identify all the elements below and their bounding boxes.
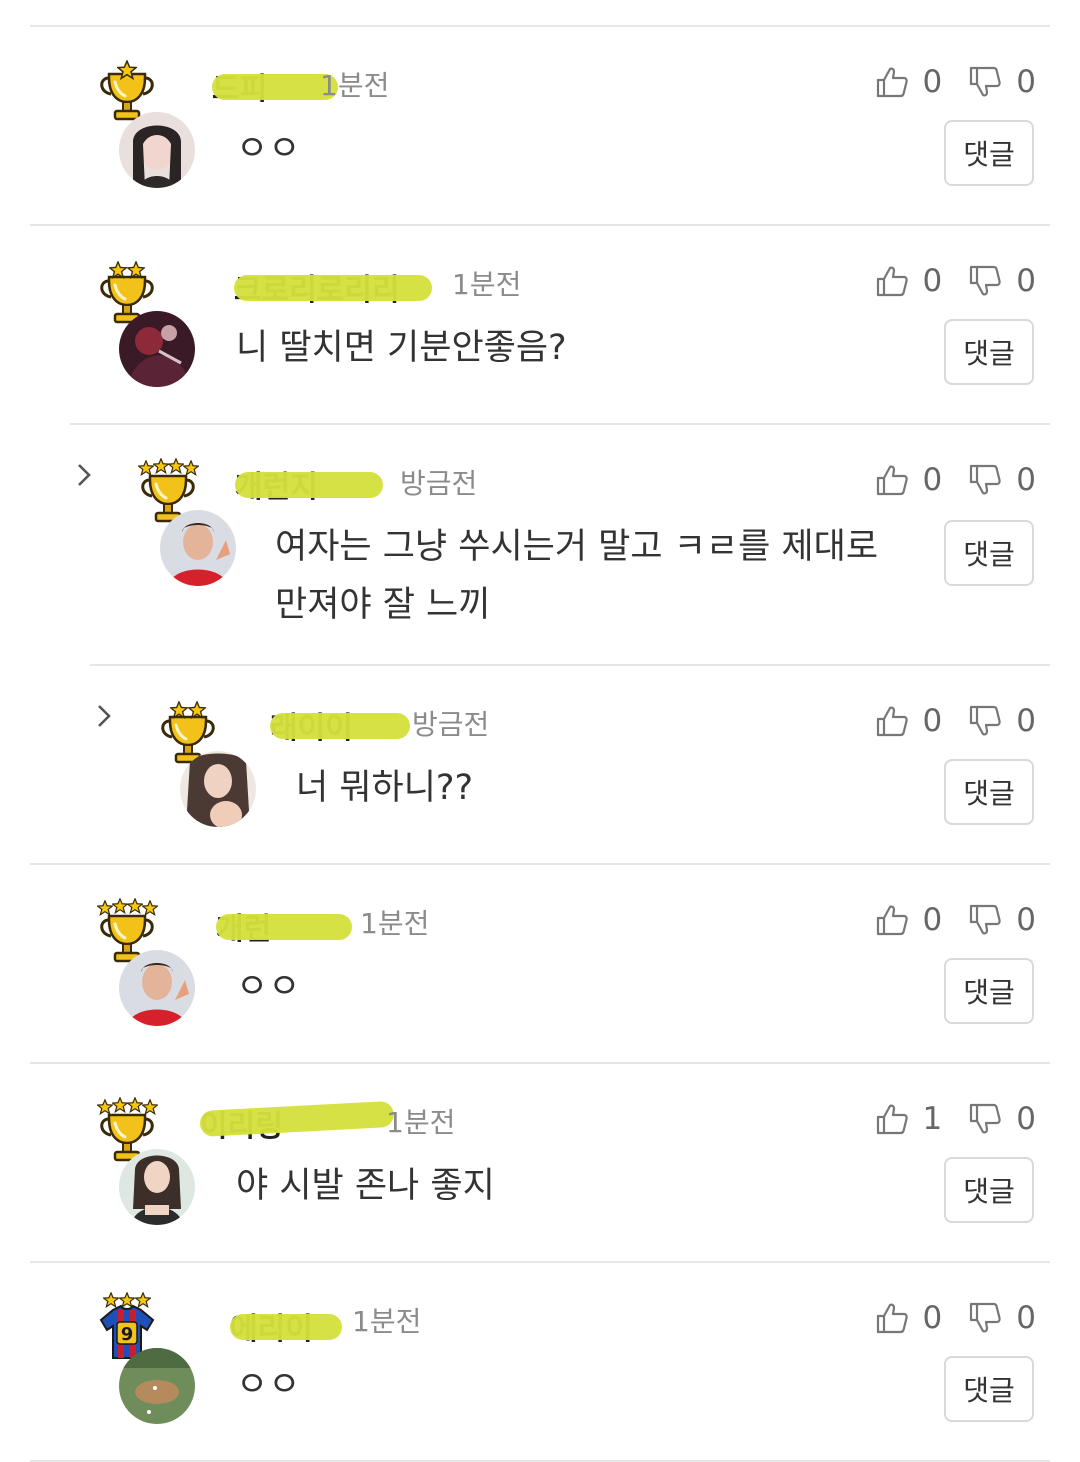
vote-group: 0 0 <box>875 462 1036 498</box>
thumbs-down-icon[interactable] <box>968 1102 1002 1136</box>
thumbs-up-icon[interactable] <box>875 463 909 497</box>
timestamp: 방금전 <box>412 708 490 741</box>
timestamp: 방금전 <box>400 467 478 500</box>
redaction-marker <box>270 713 410 739</box>
comment-item: 이리링 1분전 야 시발 존나 좋지 1 0 댓글 <box>0 1063 1080 1261</box>
comment-text: ㅇㅇ <box>236 129 301 169</box>
like-count: 1 <box>922 1101 943 1137</box>
comment-item: 래이이 방금전 너 뭐하니?? 0 0 댓글 <box>0 665 1080 863</box>
avatar[interactable] <box>119 1149 195 1225</box>
timestamp: 1분전 <box>352 1305 422 1338</box>
dislike-count: 0 <box>1016 263 1036 299</box>
comment-text: 너 뭐하니?? <box>296 768 474 808</box>
thumbs-down-icon[interactable] <box>968 264 1002 298</box>
like-count: 0 <box>922 902 943 938</box>
avatar[interactable] <box>119 311 195 387</box>
reply-button[interactable]: 댓글 <box>944 520 1034 586</box>
like-count: 0 <box>922 64 943 100</box>
comment-text: ㅇㅇ <box>236 1365 301 1405</box>
reply-button[interactable]: 댓글 <box>944 319 1034 385</box>
vote-group: 0 0 <box>875 703 1036 739</box>
avatar[interactable] <box>119 1348 195 1424</box>
thumbs-down-icon[interactable] <box>968 903 1002 937</box>
thumbs-down-icon[interactable] <box>968 65 1002 99</box>
comment-text: 야 시발 존나 좋지 <box>236 1166 495 1206</box>
vote-group: 0 0 <box>875 263 1036 299</box>
reply-button[interactable]: 댓글 <box>944 759 1034 825</box>
dislike-count: 0 <box>1016 64 1036 100</box>
redaction-marker <box>234 275 432 301</box>
like-count: 0 <box>922 263 943 299</box>
thumbs-up-icon[interactable] <box>875 903 909 937</box>
comment-item: 드피 1분전 ㅇㅇ 0 0 댓글 <box>0 26 1080 224</box>
thumbs-up-icon[interactable] <box>875 264 909 298</box>
reply-button[interactable]: 댓글 <box>944 958 1034 1024</box>
vote-group: 1 0 <box>875 1101 1036 1137</box>
timestamp: 1분전 <box>452 268 522 301</box>
avatar[interactable] <box>119 112 195 188</box>
chevron-right-icon[interactable] <box>94 701 114 731</box>
avatar[interactable] <box>119 950 195 1026</box>
comment-text: 니 딸치면 기분안좋음? <box>236 328 567 368</box>
avatar[interactable] <box>180 751 256 827</box>
svg-text:9: 9 <box>121 1324 134 1345</box>
vote-group: 0 0 <box>875 1300 1036 1336</box>
thumbs-up-icon[interactable] <box>875 704 909 738</box>
reply-button[interactable]: 댓글 <box>944 120 1034 186</box>
thumbs-down-icon[interactable] <box>968 463 1002 497</box>
reply-button[interactable]: 댓글 <box>944 1356 1034 1422</box>
thumbs-up-icon[interactable] <box>875 65 909 99</box>
chevron-right-icon[interactable] <box>74 460 94 490</box>
comment-item: 9 에리이 1분전 ㅇㅇ 0 0 댓글 <box>0 1262 1080 1460</box>
reply-button[interactable]: 댓글 <box>944 1157 1034 1223</box>
thumbs-down-icon[interactable] <box>968 1301 1002 1335</box>
comment-text: ㅇㅇ <box>236 967 301 1007</box>
comment-item: 개런 1분전 ㅇㅇ 0 0 댓글 <box>0 864 1080 1062</box>
thumbs-up-icon[interactable] <box>875 1301 909 1335</box>
timestamp: 1분전 <box>320 69 390 102</box>
avatar[interactable] <box>160 510 236 586</box>
redaction-marker <box>216 914 352 940</box>
comment-item: 크로리로리리 1분전 니 딸치면 기분안좋음? 0 0 댓글 <box>0 225 1080 423</box>
thumbs-down-icon[interactable] <box>968 704 1002 738</box>
redaction-marker <box>235 472 383 498</box>
like-count: 0 <box>922 1300 943 1336</box>
timestamp: 1분전 <box>386 1106 456 1139</box>
redaction-marker <box>230 1314 342 1340</box>
dislike-count: 0 <box>1016 462 1036 498</box>
comment-text: 여자는 그냥 쑤시는거 말고 ㅋㄹ를 제대로 만져야 잘 느끼 <box>275 527 879 625</box>
timestamp: 1분전 <box>360 907 430 940</box>
thumbs-up-icon[interactable] <box>875 1102 909 1136</box>
like-count: 0 <box>922 703 943 739</box>
vote-group: 0 0 <box>875 64 1036 100</box>
dislike-count: 0 <box>1016 1300 1036 1336</box>
comment-item: 개런지 방금전 여자는 그냥 쑤시는거 말고 ㅋㄹ를 제대로 만져야 잘 느끼 … <box>0 424 1080 664</box>
like-count: 0 <box>922 462 943 498</box>
dislike-count: 0 <box>1016 902 1036 938</box>
vote-group: 0 0 <box>875 902 1036 938</box>
dislike-count: 0 <box>1016 1101 1036 1137</box>
dislike-count: 0 <box>1016 703 1036 739</box>
